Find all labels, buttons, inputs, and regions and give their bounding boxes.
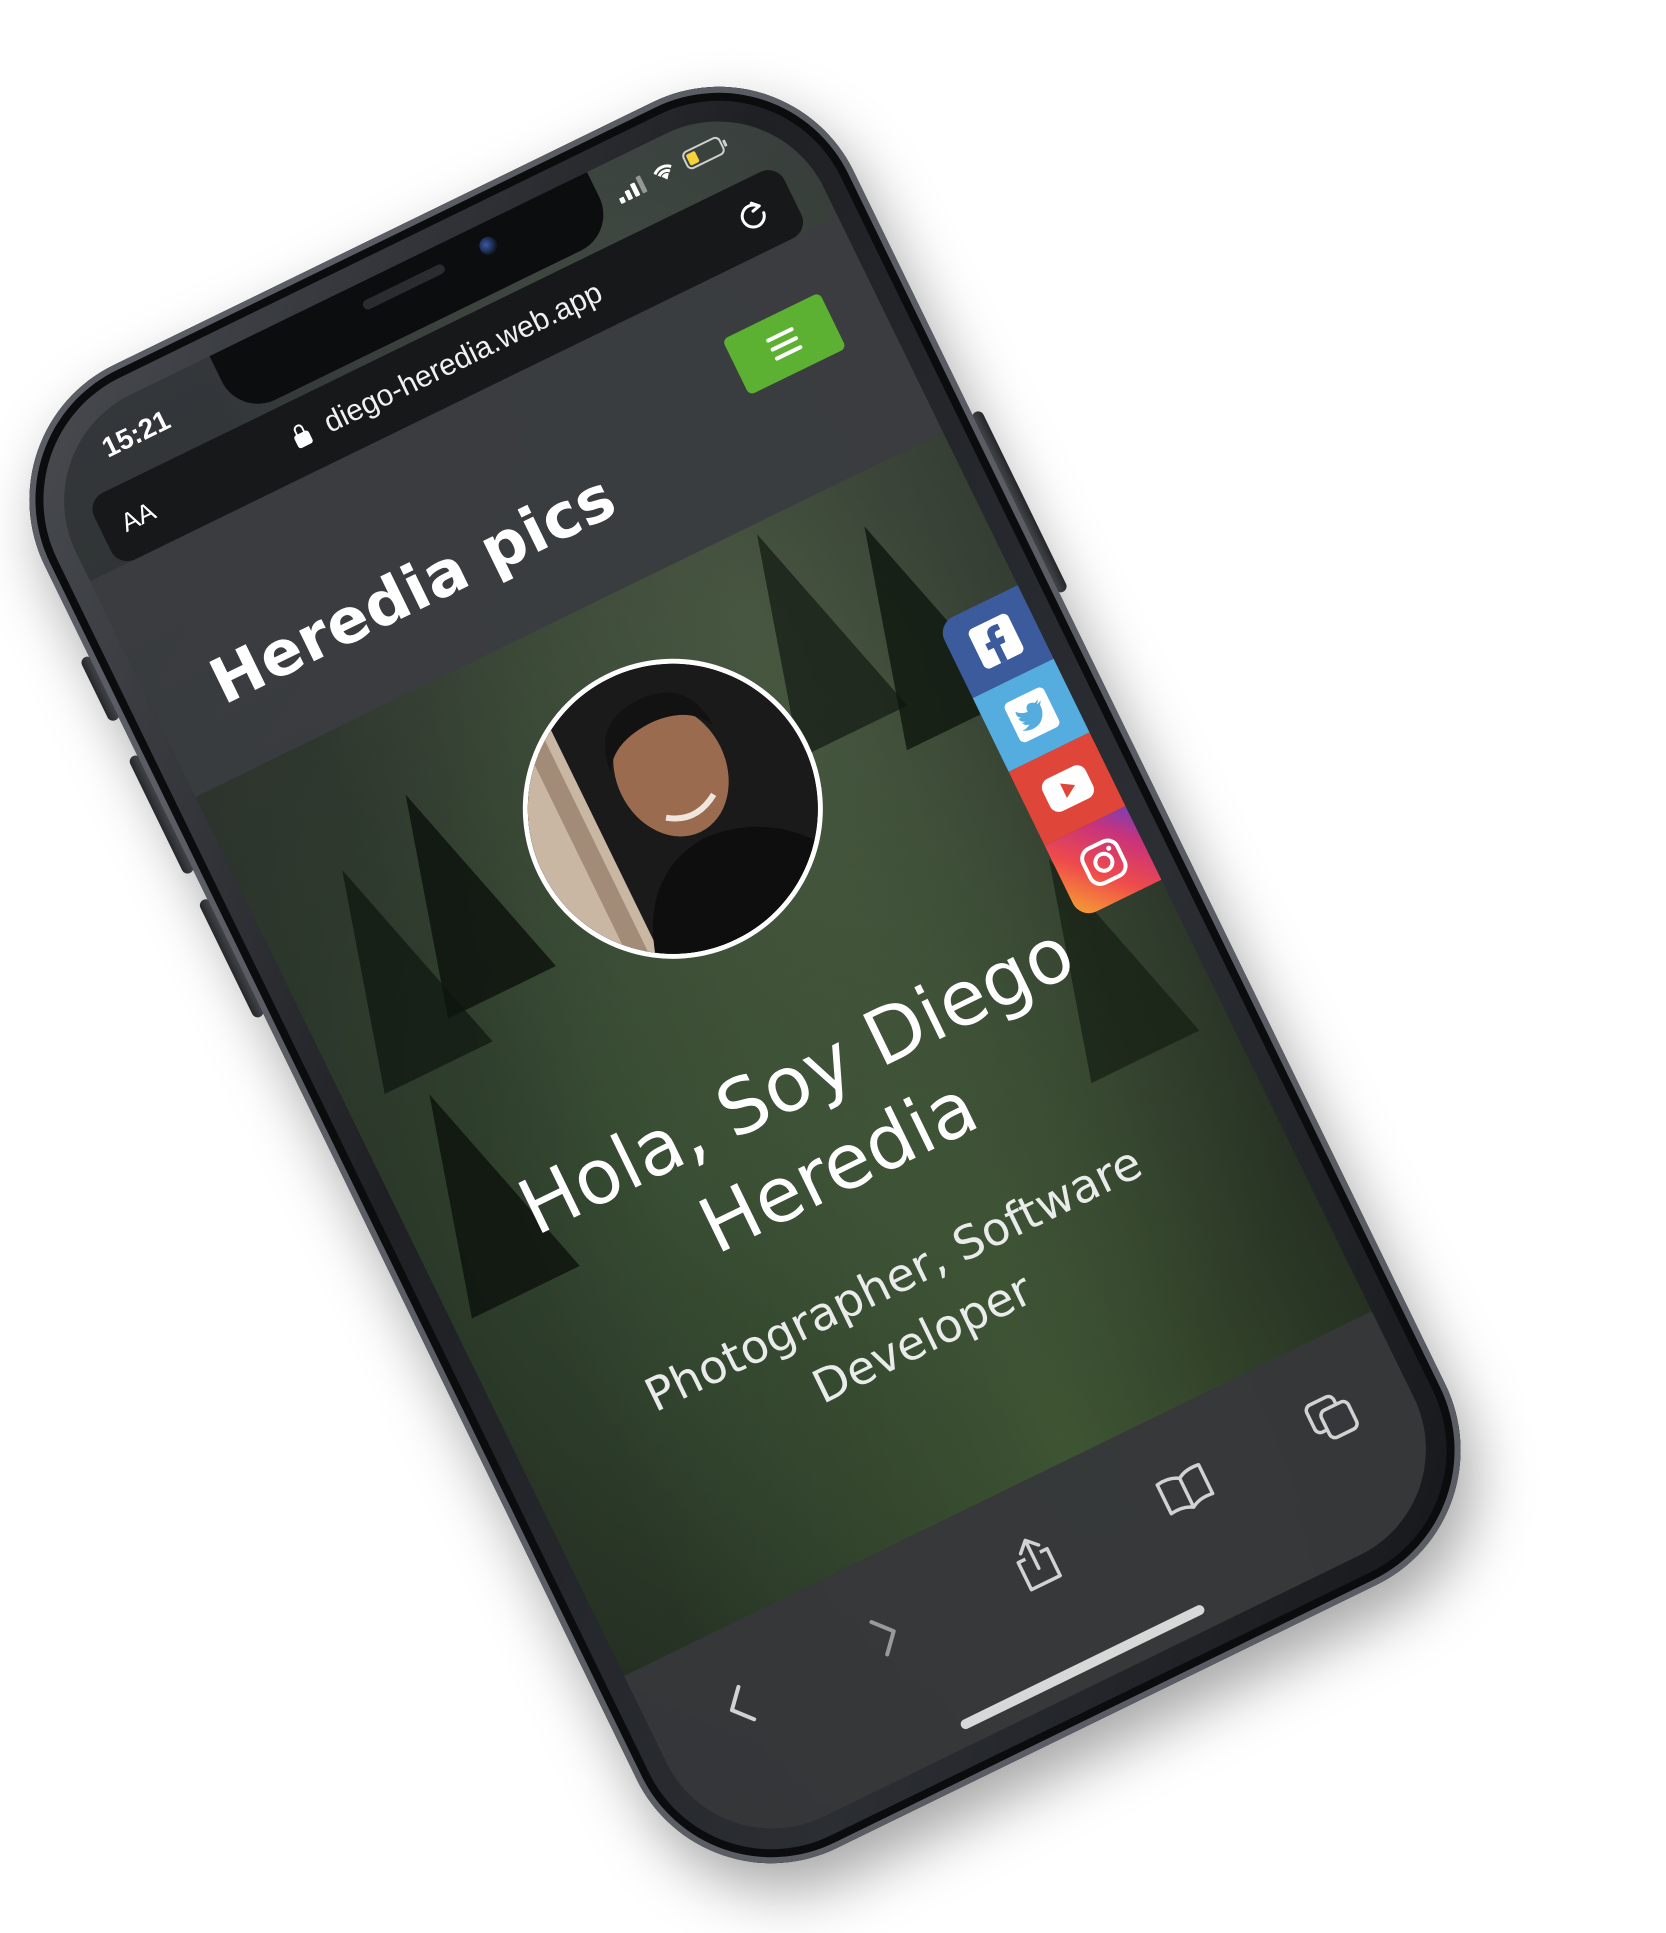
front-camera: [476, 233, 501, 258]
instagram-icon: [1080, 838, 1128, 886]
battery-level: [685, 150, 700, 166]
wifi-icon: [653, 164, 672, 180]
bookmarks-button[interactable]: [1142, 1446, 1228, 1532]
back-icon: [729, 1684, 757, 1722]
tabs-button[interactable]: [1290, 1375, 1376, 1461]
site-title[interactable]: Heredia pics: [199, 460, 627, 719]
menu-button[interactable]: [722, 292, 847, 396]
cellular-signal-icon: [613, 173, 648, 205]
bookmarks-icon: [1155, 1462, 1215, 1516]
mockup-stage: 15:21 AA diego-heredia.web.app Heredia p…: [0, 0, 1666, 1933]
forward-button[interactable]: [844, 1592, 930, 1678]
tabs-icon: [1304, 1394, 1359, 1440]
hamburger-menu-icon: [764, 324, 804, 364]
share-button[interactable]: [993, 1519, 1079, 1605]
forward-icon: [869, 1620, 896, 1657]
status-time: 15:21: [96, 404, 175, 464]
facebook-icon: [968, 613, 1024, 669]
battery-icon: [680, 134, 727, 172]
back-button[interactable]: [696, 1664, 782, 1750]
lock-icon: [293, 429, 314, 450]
youtube-icon: [1041, 765, 1095, 812]
twitter-icon: [1004, 687, 1060, 743]
share-icon: [1016, 1538, 1062, 1592]
phone-mockup: 15:21 AA diego-heredia.web.app Heredia p…: [0, 36, 1512, 1914]
